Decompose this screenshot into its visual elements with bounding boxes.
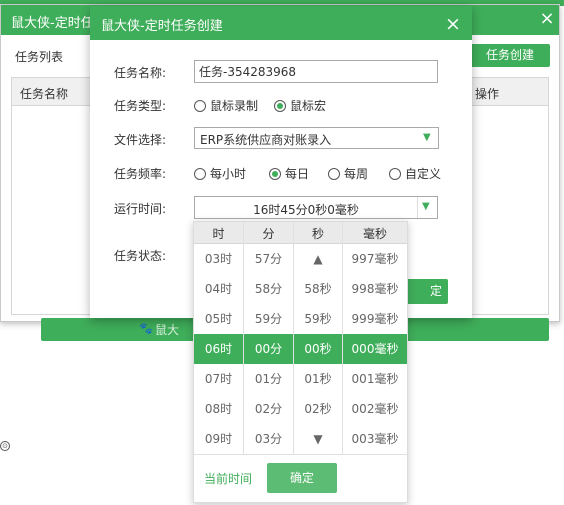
run-time-dropdown-toggle[interactable]: ▼ xyxy=(417,197,437,218)
task-name-label: 任务名称: xyxy=(114,66,167,80)
task-type-label: 任务类型: xyxy=(114,99,167,113)
chevron-down-icon: ▼ xyxy=(423,132,431,143)
back-window-title: 鼠大侠-定时任 xyxy=(11,16,94,31)
type-radio-label: 鼠标录制 xyxy=(210,99,259,113)
second-cell[interactable]: 00秒 xyxy=(294,334,342,364)
type-radio-label: 鼠标宏 xyxy=(290,99,327,113)
header-second: 秒 xyxy=(311,227,324,241)
radio-unchecked-icon xyxy=(389,168,401,180)
hour-cell[interactable]: 07时 xyxy=(194,364,243,394)
header-hour: 时 xyxy=(212,227,225,241)
back-bottom-button-label: 鼠大 xyxy=(155,323,180,337)
minute-cell[interactable]: 57分 xyxy=(244,244,293,274)
run-time-label: 运行时间: xyxy=(114,202,167,216)
minute-cell[interactable]: 00分 xyxy=(244,334,293,364)
freq-radio-label: 每日 xyxy=(285,167,310,181)
column-divider xyxy=(243,222,244,454)
minute-cell[interactable]: 59分 xyxy=(244,304,293,334)
column-task-name: 任务名称 xyxy=(20,87,69,101)
time-picker-footer: 当前时间 确定 xyxy=(194,454,407,502)
back-window-close-icon[interactable]: × xyxy=(537,9,557,29)
type-radio-mouse-macro[interactable]: 鼠标宏 xyxy=(274,97,326,113)
run-time-field[interactable]: 16时45分0秒0毫秒 ▼ xyxy=(194,196,438,219)
column-divider xyxy=(293,222,294,454)
hour-cell[interactable]: 09时 xyxy=(194,424,243,454)
column-divider xyxy=(342,222,343,454)
millisecond-cell[interactable]: 998毫秒 xyxy=(343,274,407,304)
millisecond-cell[interactable]: 001毫秒 xyxy=(343,364,407,394)
dialog-titlebar: 鼠大侠-定时任务创建 × xyxy=(90,6,472,40)
millisecond-cell[interactable]: 003毫秒 xyxy=(343,424,407,454)
second-cell[interactable]: 58秒 xyxy=(294,274,342,304)
time-picker-popup: 时 分 秒 毫秒 03时 04时 05时 06时 07时 08时 09时 57分 58分 59分 0… xyxy=(193,221,408,503)
freq-radio-daily[interactable]: 每日 xyxy=(269,165,309,181)
radio-checked-icon xyxy=(269,168,281,180)
freq-radio-weekly[interactable]: 每周 xyxy=(328,165,368,181)
hour-cell[interactable]: 03时 xyxy=(194,244,243,274)
column-operation: 操作 xyxy=(475,87,500,101)
paw-icon: 🐾 xyxy=(139,322,153,335)
second-cell[interactable]: 02秒 xyxy=(294,394,342,424)
minute-cell[interactable]: 58分 xyxy=(244,274,293,304)
freq-radio-label: 每周 xyxy=(344,167,369,181)
freq-radio-custom[interactable]: 自定义 xyxy=(389,165,441,181)
second-cell[interactable]: 59秒 xyxy=(294,304,342,334)
header-minute: 分 xyxy=(262,227,275,241)
radio-unchecked-icon xyxy=(194,168,206,180)
millisecond-cell[interactable]: 002毫秒 xyxy=(343,394,407,424)
radio-unchecked-icon xyxy=(194,100,206,112)
hour-cell[interactable]: 08时 xyxy=(194,394,243,424)
freq-radio-hourly[interactable]: 每小时 xyxy=(194,165,246,181)
task-status-label: 任务状态: xyxy=(114,249,167,263)
minute-cell[interactable]: 02分 xyxy=(244,394,293,424)
file-select-value: ERP系统供应商对账录入 xyxy=(200,133,332,147)
radio-unchecked-icon xyxy=(328,168,340,180)
freq-radio-label: 每小时 xyxy=(210,167,247,181)
millisecond-cell[interactable]: 999毫秒 xyxy=(343,304,407,334)
create-task-button[interactable]: 任务创建 xyxy=(470,44,550,67)
radio-checked-icon xyxy=(274,100,286,112)
chevron-down-icon: ▼ xyxy=(422,201,430,212)
scroll-down-icon[interactable]: ▼ xyxy=(294,424,342,454)
millisecond-cell[interactable]: 997毫秒 xyxy=(343,244,407,274)
task-list-label: 任务列表 xyxy=(15,50,64,64)
time-picker-header: 时 分 秒 毫秒 xyxy=(194,222,407,244)
task-frequency-label: 任务频率: xyxy=(114,167,167,181)
hour-cell[interactable]: 06时 xyxy=(194,334,243,364)
time-picker-confirm-button[interactable]: 确定 xyxy=(267,463,337,493)
hour-cell[interactable]: 04时 xyxy=(194,274,243,304)
type-radio-mouse-record[interactable]: 鼠标录制 xyxy=(194,97,258,113)
dialog-title: 鼠大侠-定时任务创建 xyxy=(101,19,223,34)
minute-cell[interactable]: 03分 xyxy=(244,424,293,454)
run-time-value: 16时45分0秒0毫秒 xyxy=(253,203,359,217)
second-cell[interactable]: 01秒 xyxy=(294,364,342,394)
dialog-close-icon[interactable]: × xyxy=(442,13,464,35)
file-select-dropdown[interactable]: ERP系统供应商对账录入 ▼ xyxy=(194,127,439,149)
current-time-link[interactable]: 当前时间 xyxy=(204,470,252,487)
dialog-confirm-button[interactable]: 定 xyxy=(402,279,448,304)
minute-cell[interactable]: 01分 xyxy=(244,364,293,394)
hour-cell[interactable]: 05时 xyxy=(194,304,243,334)
loading-cursor-icon: ⊙ xyxy=(0,441,10,451)
task-name-input[interactable] xyxy=(194,60,438,83)
header-millisecond: 毫秒 xyxy=(362,227,387,241)
millisecond-cell[interactable]: 000毫秒 xyxy=(343,334,407,364)
file-select-label: 文件选择: xyxy=(114,133,167,147)
scroll-up-icon[interactable]: ▲ xyxy=(294,244,342,274)
freq-radio-label: 自定义 xyxy=(405,167,442,181)
